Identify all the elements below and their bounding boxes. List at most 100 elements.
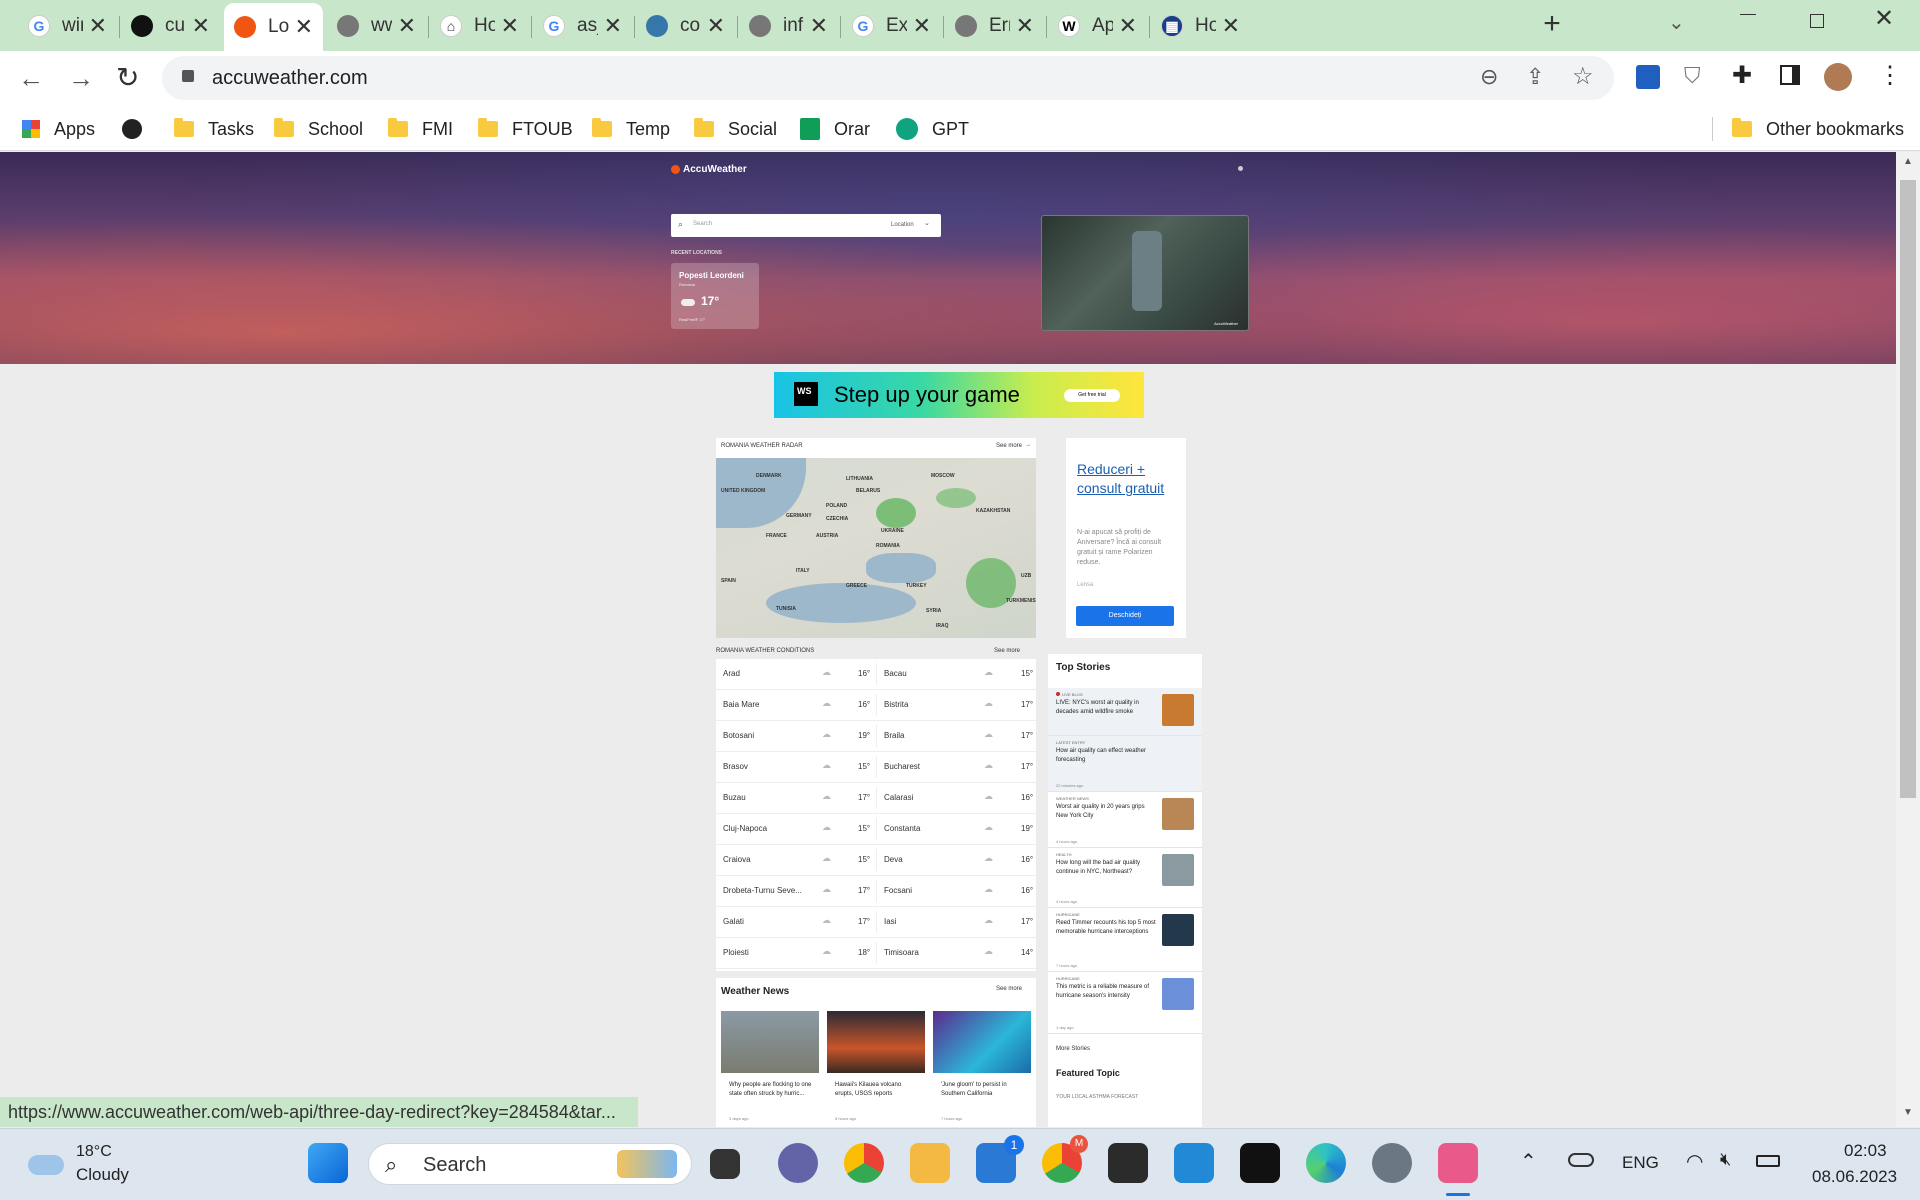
accuweather-logo[interactable]: AccuWeather: [671, 164, 747, 175]
story-item[interactable]: HURRICANE Reed Timmer recounts his top 5 …: [1048, 908, 1202, 972]
tab-5[interactable]: Gas_c ✕: [533, 7, 632, 45]
conditions-row[interactable]: Galati 17° Iasi 17° ☁ ☁: [716, 907, 1036, 938]
ad-title[interactable]: Reduceri + consult gratuit: [1077, 460, 1177, 498]
zoom-icon[interactable]: ⊖: [1480, 64, 1498, 90]
tab-close-icon[interactable]: ✕: [1016, 13, 1034, 39]
bookmark-tasks[interactable]: Tasks: [174, 115, 254, 143]
profile-avatar[interactable]: [1824, 63, 1852, 91]
tab-2[interactable]: Loca ✕: [224, 3, 323, 51]
story-headline[interactable]: How air quality can effect weather forec…: [1056, 747, 1156, 765]
edge-icon[interactable]: [1306, 1143, 1346, 1183]
conditions-row[interactable]: Brasov 15° Bucharest 17° ☁ ☁: [716, 752, 1036, 783]
snipping-tool-icon[interactable]: [1438, 1143, 1478, 1183]
tab-8[interactable]: G Exce ✕: [842, 7, 941, 45]
extension-shield-icon[interactable]: ⛉: [1684, 63, 1701, 89]
story-headline[interactable]: Worst air quality in 20 years grips New …: [1056, 803, 1156, 821]
language-indicator[interactable]: ENG: [1622, 1153, 1659, 1173]
ad-banner-cta[interactable]: Get free trial: [1064, 389, 1120, 402]
conditions-row[interactable]: Craiova 15° Deva 16° ☁ ☁: [716, 845, 1036, 876]
side-panel-icon[interactable]: [1780, 65, 1800, 85]
tab-3[interactable]: www ✕: [327, 7, 426, 45]
task-view-icon[interactable]: [710, 1149, 740, 1179]
tab-close-icon[interactable]: ✕: [913, 13, 931, 39]
back-button[interactable]: ←: [18, 63, 44, 94]
bookmark-orar[interactable]: Orar: [800, 115, 870, 143]
news-image[interactable]: [933, 1011, 1031, 1073]
tab-close-icon[interactable]: ✕: [398, 13, 416, 39]
page-scrollbar[interactable]: ▲ ▼: [1896, 152, 1920, 1127]
story-thumbnail[interactable]: [1162, 854, 1194, 886]
conditions-see-more[interactable]: See more: [994, 648, 1020, 654]
more-stories-link[interactable]: More Stories: [1056, 1046, 1090, 1052]
story-item[interactable]: HURRICANE This metric is a reliable measu…: [1048, 972, 1202, 1034]
volume-muted-icon[interactable]: 🔇︎: [1720, 1149, 1731, 1170]
tab-close-icon[interactable]: ✕: [295, 14, 313, 40]
story-item[interactable]: LATEST ENTRY How air quality can effect w…: [1048, 736, 1202, 792]
tab-6[interactable]: con ✕: [636, 7, 735, 45]
url-text[interactable]: accuweather.com: [212, 67, 368, 90]
conditions-row[interactable]: Botosani 19° Braila 17° ☁ ☁: [716, 721, 1036, 752]
taskbar-search[interactable]: ⌕ Search: [368, 1143, 692, 1185]
tab-11[interactable]: ▦ How ✕: [1151, 7, 1250, 45]
onedrive-icon[interactable]: [1568, 1153, 1594, 1167]
tab-7[interactable]: info ✕: [739, 7, 838, 45]
tab-close-icon[interactable]: ✕: [1222, 13, 1240, 39]
close-window-button[interactable]: ✕: [1874, 4, 1894, 33]
lock-icon[interactable]: [182, 70, 194, 82]
radar-see-more[interactable]: See more: [996, 443, 1022, 449]
bookmark-gpt[interactable]: GPT: [896, 115, 969, 143]
bookmark-globe[interactable]: [122, 115, 142, 143]
forward-button[interactable]: →: [68, 63, 94, 94]
chrome-profile-icon[interactable]: M: [1042, 1135, 1088, 1183]
conditions-row[interactable]: Drobeta-Turnu Seve... 17° Focsani 16° ☁ ☁: [716, 876, 1036, 907]
recent-location-card[interactable]: Popesti Leordeni Romania 17° RealFeel® 1…: [671, 263, 759, 329]
story-thumbnail[interactable]: [1162, 978, 1194, 1010]
ad-banner[interactable]: WS Step up your game Get free trial: [774, 372, 1144, 418]
news-headline[interactable]: Hawaii's Kilauea volcano erupts, USGS re…: [835, 1081, 919, 1099]
bookmark-other[interactable]: Other bookmarks: [1732, 115, 1904, 143]
battery-icon[interactable]: [1756, 1155, 1780, 1167]
bookmark-star-icon[interactable]: ☆: [1572, 62, 1594, 91]
tab-4[interactable]: ⌂ How ✕: [430, 7, 529, 45]
story-thumbnail[interactable]: [1162, 694, 1194, 726]
teams-icon[interactable]: [778, 1143, 818, 1183]
scroll-down-arrow[interactable]: ▼: [1903, 1107, 1913, 1118]
story-headline[interactable]: Reed Timmer recounts his top 5 most memo…: [1056, 919, 1156, 937]
scroll-up-arrow[interactable]: ▲: [1903, 156, 1913, 167]
story-headline[interactable]: This metric is a reliable measure of hur…: [1056, 983, 1156, 1001]
vscode-icon[interactable]: [1174, 1143, 1214, 1183]
weather-widget[interactable]: 18°C Cloudy: [24, 1141, 154, 1189]
start-button[interactable]: [308, 1143, 348, 1183]
bookmark-school[interactable]: School: [274, 115, 363, 143]
conditions-row[interactable]: Ploiesti 18° Timisoara 14° ☁ ☁: [716, 938, 1036, 969]
news-image[interactable]: [827, 1011, 925, 1073]
clock-date[interactable]: 08.06.2023: [1812, 1167, 1897, 1187]
tab-close-icon[interactable]: ✕: [604, 13, 622, 39]
search-box[interactable]: ⌕ Search Location ⌄: [671, 214, 941, 237]
minimize-button[interactable]: [1740, 14, 1756, 15]
tab-close-icon[interactable]: ✕: [501, 13, 519, 39]
featured-topic-sub[interactable]: YOUR LOCAL ASTHMA FORECAST: [1056, 1094, 1138, 1100]
tab-close-icon[interactable]: ✕: [192, 13, 210, 39]
tab-search-icon[interactable]: ⌄: [1668, 10, 1685, 35]
tab-close-icon[interactable]: ✕: [89, 13, 107, 39]
story-headline[interactable]: LIVE: NYC's worst air quality in decades…: [1056, 699, 1156, 717]
story-thumbnail[interactable]: [1162, 914, 1194, 946]
reload-button[interactable]: ↻: [116, 61, 139, 94]
address-bar[interactable]: accuweather.com ⊖ ⇪ ☆: [162, 56, 1614, 100]
tab-0[interactable]: Gwin ✕: [18, 7, 117, 45]
bookmark-apps[interactable]: Apps: [22, 115, 95, 143]
terminal-icon[interactable]: [1108, 1143, 1148, 1183]
tab-10[interactable]: W Apă ✕: [1048, 7, 1147, 45]
taskbar-search-text[interactable]: Search: [423, 1154, 486, 1177]
story-item[interactable]: WEATHER NEWS Worst air quality in 20 year…: [1048, 792, 1202, 848]
featured-video[interactable]: AccuWeather: [1041, 215, 1249, 331]
bookmark-temp[interactable]: Temp: [592, 115, 670, 143]
cmd-icon[interactable]: [1240, 1143, 1280, 1183]
search-input[interactable]: Search: [693, 221, 712, 227]
chevron-up-icon[interactable]: ⌃: [1520, 1149, 1537, 1174]
wifi-icon[interactable]: ◠: [1686, 1149, 1703, 1174]
bookmark-ftoub[interactable]: FTOUB: [478, 115, 573, 143]
side-ad[interactable]: Reduceri + consult gratuit N-ai apucat s…: [1066, 438, 1186, 638]
news-headline[interactable]: Why people are flocking to one state oft…: [729, 1081, 813, 1099]
